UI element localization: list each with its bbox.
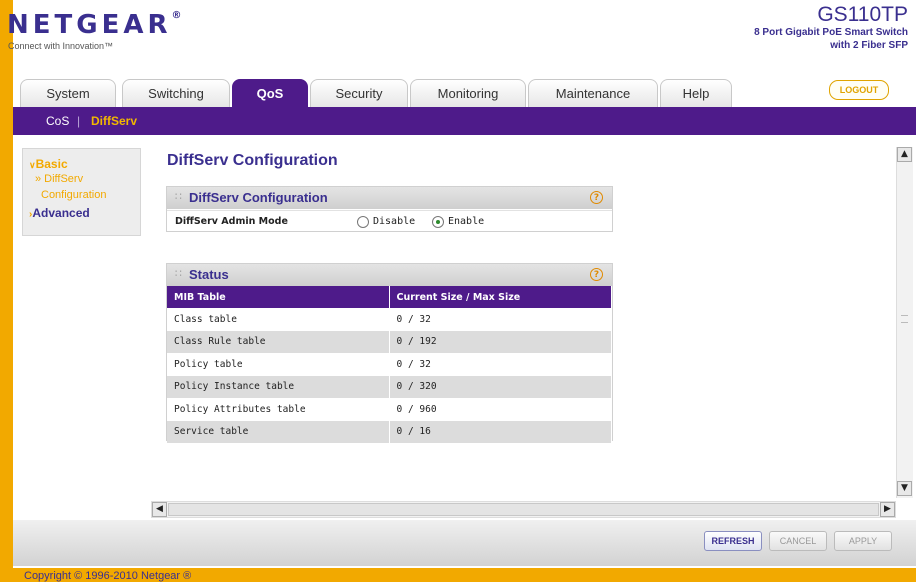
status-table: MIB Table Current Size / Max Size Class … bbox=[167, 286, 612, 443]
sidebar-item-diffserv-configuration-line2[interactable]: Configuration bbox=[41, 189, 106, 201]
sidebar-item-diffserv-configuration[interactable]: » DiffServ bbox=[35, 173, 83, 185]
table-row: Class table 0 / 32 bbox=[167, 308, 612, 331]
table-row: Service table 0 / 16 bbox=[167, 420, 612, 443]
scroll-left-icon[interactable]: ◀ bbox=[152, 502, 167, 517]
panel-header: ∷ DiffServ Configuration ? bbox=[167, 187, 612, 209]
column-header-mib-table: MIB Table bbox=[167, 286, 390, 308]
subnav-separator: | bbox=[77, 114, 81, 128]
table-row: Policy Attributes table 0 / 960 bbox=[167, 398, 612, 421]
scroll-right-icon[interactable]: ▶ bbox=[880, 502, 895, 517]
table-cell: 0 / 320 bbox=[389, 375, 612, 398]
sidebar: ∨Basic » DiffServ Configuration ›Advance… bbox=[22, 148, 141, 236]
scroll-thumb[interactable] bbox=[168, 503, 879, 516]
help-icon[interactable]: ? bbox=[590, 268, 603, 281]
refresh-button[interactable]: REFRESH bbox=[704, 531, 762, 551]
admin-mode-row: DiffServ Admin Mode Disable Enable bbox=[167, 210, 612, 232]
table-header: MIB Table Current Size / Max Size bbox=[167, 286, 612, 308]
netgear-logo: NETGEAR® bbox=[7, 10, 182, 40]
tab-system[interactable]: System bbox=[20, 79, 116, 107]
panel-title: DiffServ Configuration bbox=[189, 190, 328, 205]
grip-icon: ∷ bbox=[175, 190, 182, 203]
table-cell: 0 / 32 bbox=[389, 353, 612, 376]
chevron-down-icon: ∨ bbox=[29, 160, 36, 170]
tab-security[interactable]: Security bbox=[310, 79, 408, 107]
scroll-grip-icon bbox=[901, 315, 908, 323]
cancel-button[interactable]: CANCEL bbox=[769, 531, 827, 551]
admin-mode-label: DiffServ Admin Mode bbox=[175, 216, 288, 227]
table-cell: 0 / 16 bbox=[389, 420, 612, 443]
apply-button[interactable]: APPLY bbox=[834, 531, 892, 551]
horizontal-scrollbar[interactable]: ◀ ▶ bbox=[151, 501, 896, 518]
table-cell: 0 / 960 bbox=[389, 398, 612, 421]
enable-radio[interactable] bbox=[432, 216, 444, 228]
page-title: DiffServ Configuration bbox=[167, 152, 338, 169]
tab-qos[interactable]: QoS bbox=[232, 79, 308, 108]
table-cell: Class table bbox=[167, 308, 390, 331]
table-cell: 0 / 32 bbox=[389, 308, 612, 331]
table-cell: Service table bbox=[167, 420, 390, 443]
model-description: 8 Port Gigabit PoE Smart Switch bbox=[754, 27, 908, 38]
table-cell: 0 / 192 bbox=[389, 330, 612, 353]
logout-button[interactable]: LOGOUT bbox=[829, 80, 889, 100]
disable-radio[interactable] bbox=[357, 216, 369, 228]
sidebar-item-basic[interactable]: ∨Basic bbox=[29, 157, 68, 171]
sidebar-item-advanced[interactable]: ›Advanced bbox=[29, 206, 90, 220]
table-cell: Policy Instance table bbox=[167, 375, 390, 398]
table-row: Class Rule table 0 / 192 bbox=[167, 330, 612, 353]
copyright-text: Copyright © 1996-2010 Netgear ® bbox=[24, 570, 192, 582]
subnav-cos[interactable]: CoS bbox=[46, 114, 69, 128]
table-cell: Policy Attributes table bbox=[167, 398, 390, 421]
grip-icon: ∷ bbox=[175, 267, 182, 280]
scroll-up-icon[interactable]: ▲ bbox=[897, 147, 912, 162]
disable-label: Disable bbox=[373, 216, 416, 227]
vertical-scrollbar[interactable]: ▲ ▼ bbox=[896, 147, 913, 498]
table-cell: Class Rule table bbox=[167, 330, 390, 353]
column-header-size: Current Size / Max Size bbox=[389, 286, 612, 308]
tab-switching[interactable]: Switching bbox=[122, 79, 230, 107]
table-row: Policy Instance table 0 / 320 bbox=[167, 375, 612, 398]
model-description-line2: with 2 Fiber SFP bbox=[830, 40, 908, 51]
tab-help[interactable]: Help bbox=[660, 79, 732, 107]
panel-header: ∷ Status ? bbox=[167, 264, 612, 286]
tab-monitoring[interactable]: Monitoring bbox=[410, 79, 526, 107]
table-row: Policy table 0 / 32 bbox=[167, 353, 612, 376]
status-panel: ∷ Status ? MIB Table Current Size / Max … bbox=[166, 263, 613, 443]
sub-navigation: CoS | DiffServ bbox=[13, 107, 916, 135]
diffserv-configuration-panel: ∷ DiffServ Configuration ? DiffServ Admi… bbox=[166, 186, 613, 232]
scroll-down-icon[interactable]: ▼ bbox=[897, 481, 912, 496]
help-icon[interactable]: ? bbox=[590, 191, 603, 204]
tab-maintenance[interactable]: Maintenance bbox=[528, 79, 658, 107]
table-cell: Policy table bbox=[167, 353, 390, 376]
enable-label: Enable bbox=[448, 216, 485, 227]
panel-title: Status bbox=[189, 267, 229, 282]
tagline: Connect with Innovation™ bbox=[8, 41, 114, 51]
subnav-diffserv[interactable]: DiffServ bbox=[91, 114, 137, 128]
model-name: GS110TP bbox=[817, 3, 908, 26]
